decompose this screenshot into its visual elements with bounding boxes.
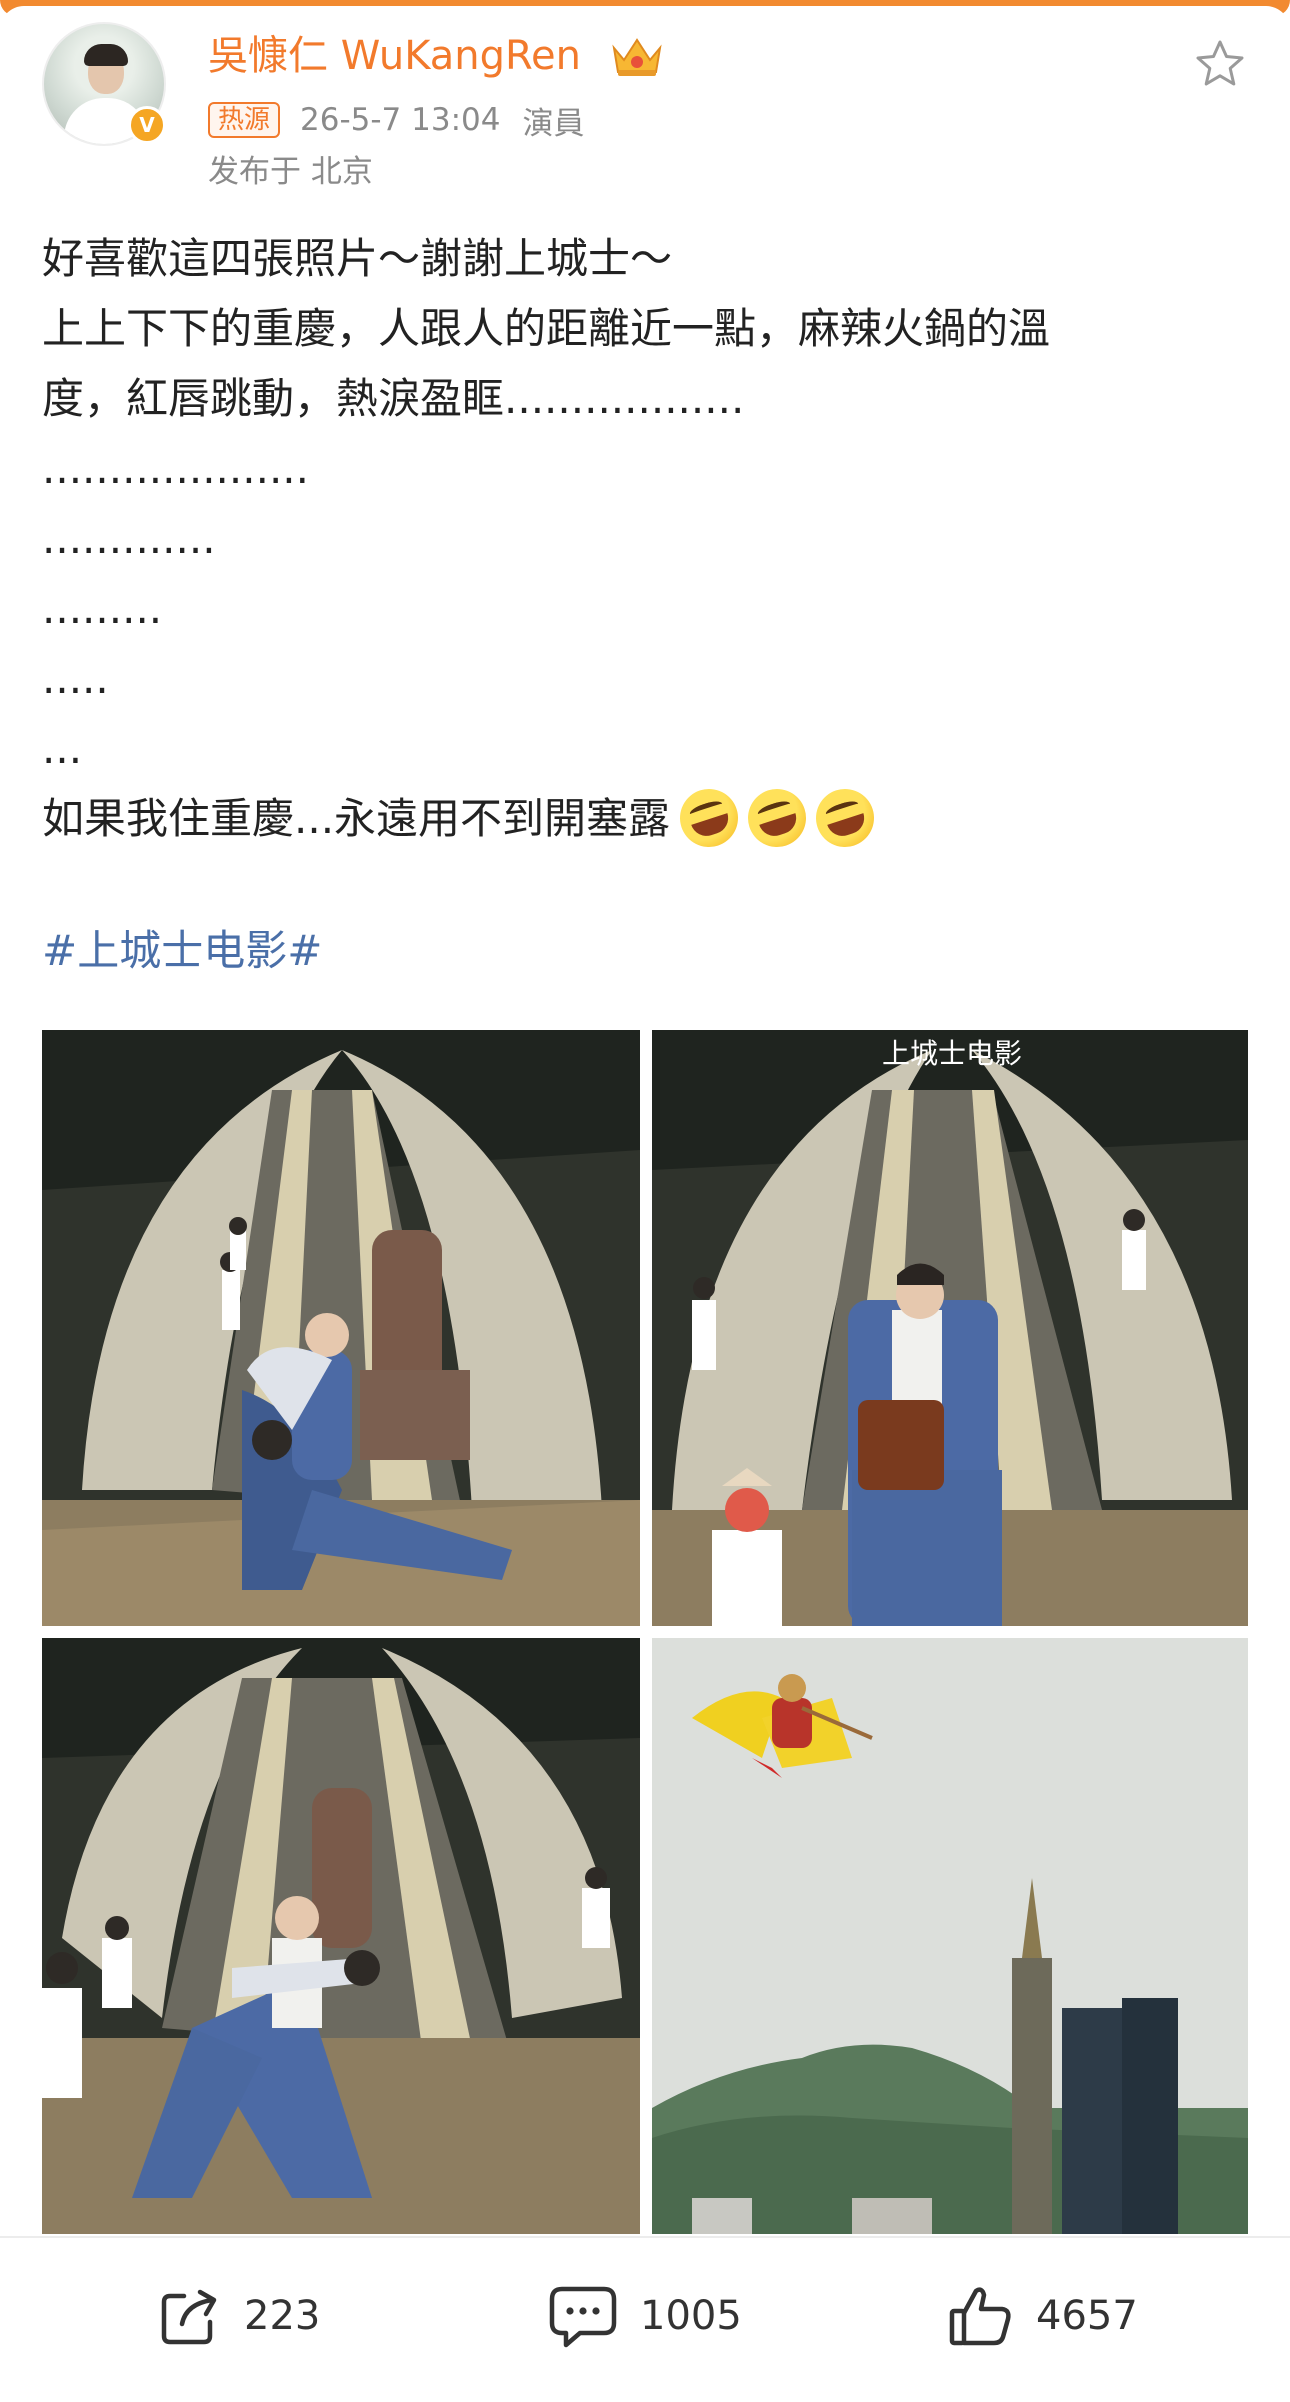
post-photo-3[interactable] (42, 1638, 640, 2234)
post-line: 度，紅唇跳動，熱淚盈眶.................. (42, 374, 745, 423)
comment-icon (549, 2286, 617, 2348)
rolling-laughing-emoji-icon (740, 780, 814, 855)
post-card: V 吳慷仁 WuKangRen 热源 26-5-7 13:04 演員 发布于 北… (0, 6, 1290, 2236)
comment-button[interactable]: 1005 (548, 2280, 742, 2352)
crown-badge-icon (612, 38, 662, 76)
action-bar: 223 1005 4657 (0, 2236, 1290, 2402)
rolling-laughing-emoji-icon (672, 780, 746, 855)
avatar-hair (84, 44, 128, 66)
post-line: 好喜歡這四張照片～謝謝上城士～ (42, 234, 673, 283)
post-text: 好喜歡這四張照片～謝謝上城士～ 上上下下的重慶，人跟人的距離近一點，麻辣火鍋的溫… (42, 224, 1242, 855)
post-line: .................... (42, 444, 310, 493)
verified-v-icon: V (128, 106, 166, 144)
star-outline-icon[interactable] (1192, 36, 1248, 92)
like-button[interactable]: 4657 (948, 2280, 1138, 2352)
post-line: 上上下下的重慶，人跟人的距離近一點，麻辣火鍋的溫 (42, 304, 1051, 353)
post-location: 发布于 北京 (208, 154, 373, 190)
post-line-last: 如果我住重慶...永遠用不到開塞露 (42, 780, 1242, 855)
share-button[interactable]: 223 (158, 2280, 320, 2352)
post-line: ... (42, 724, 83, 773)
photo-stairs-scene-1 (42, 1030, 640, 1626)
post-timestamp: 26-5-7 13:04 (300, 102, 501, 138)
like-count: 4657 (1036, 2293, 1138, 2339)
hashtag-link[interactable]: #上城士电影# (42, 916, 322, 986)
photo-stairs-scene-2 (652, 1030, 1248, 1626)
post-line: ......... (42, 584, 163, 633)
comment-count: 1005 (640, 2293, 742, 2339)
share-icon (161, 2289, 217, 2345)
post-photo-1[interactable] (42, 1030, 640, 1626)
post-line: ............. (42, 514, 216, 563)
post-line: ..... (42, 654, 109, 703)
photo-stairs-scene-3 (42, 1638, 640, 2234)
post-line: 如果我住重慶...永遠用不到開塞露 (42, 794, 671, 843)
rolling-laughing-emoji-icon (808, 780, 882, 855)
post-photo-2[interactable]: 上城士电影 (652, 1030, 1248, 1626)
username[interactable]: 吳慷仁 WuKangRen (208, 30, 581, 82)
thumbs-up-icon (949, 2287, 1011, 2346)
hot-tag: 热源 (208, 102, 281, 138)
photo-watermark: 上城士电影 (882, 1037, 1023, 1070)
photo-sky-city-scene (652, 1638, 1248, 2234)
post-photo-4[interactable] (652, 1638, 1248, 2234)
share-count: 223 (244, 2293, 321, 2339)
user-role: 演員 (522, 105, 585, 142)
post-meta: 热源 26-5-7 13:04 演員 (208, 100, 585, 142)
